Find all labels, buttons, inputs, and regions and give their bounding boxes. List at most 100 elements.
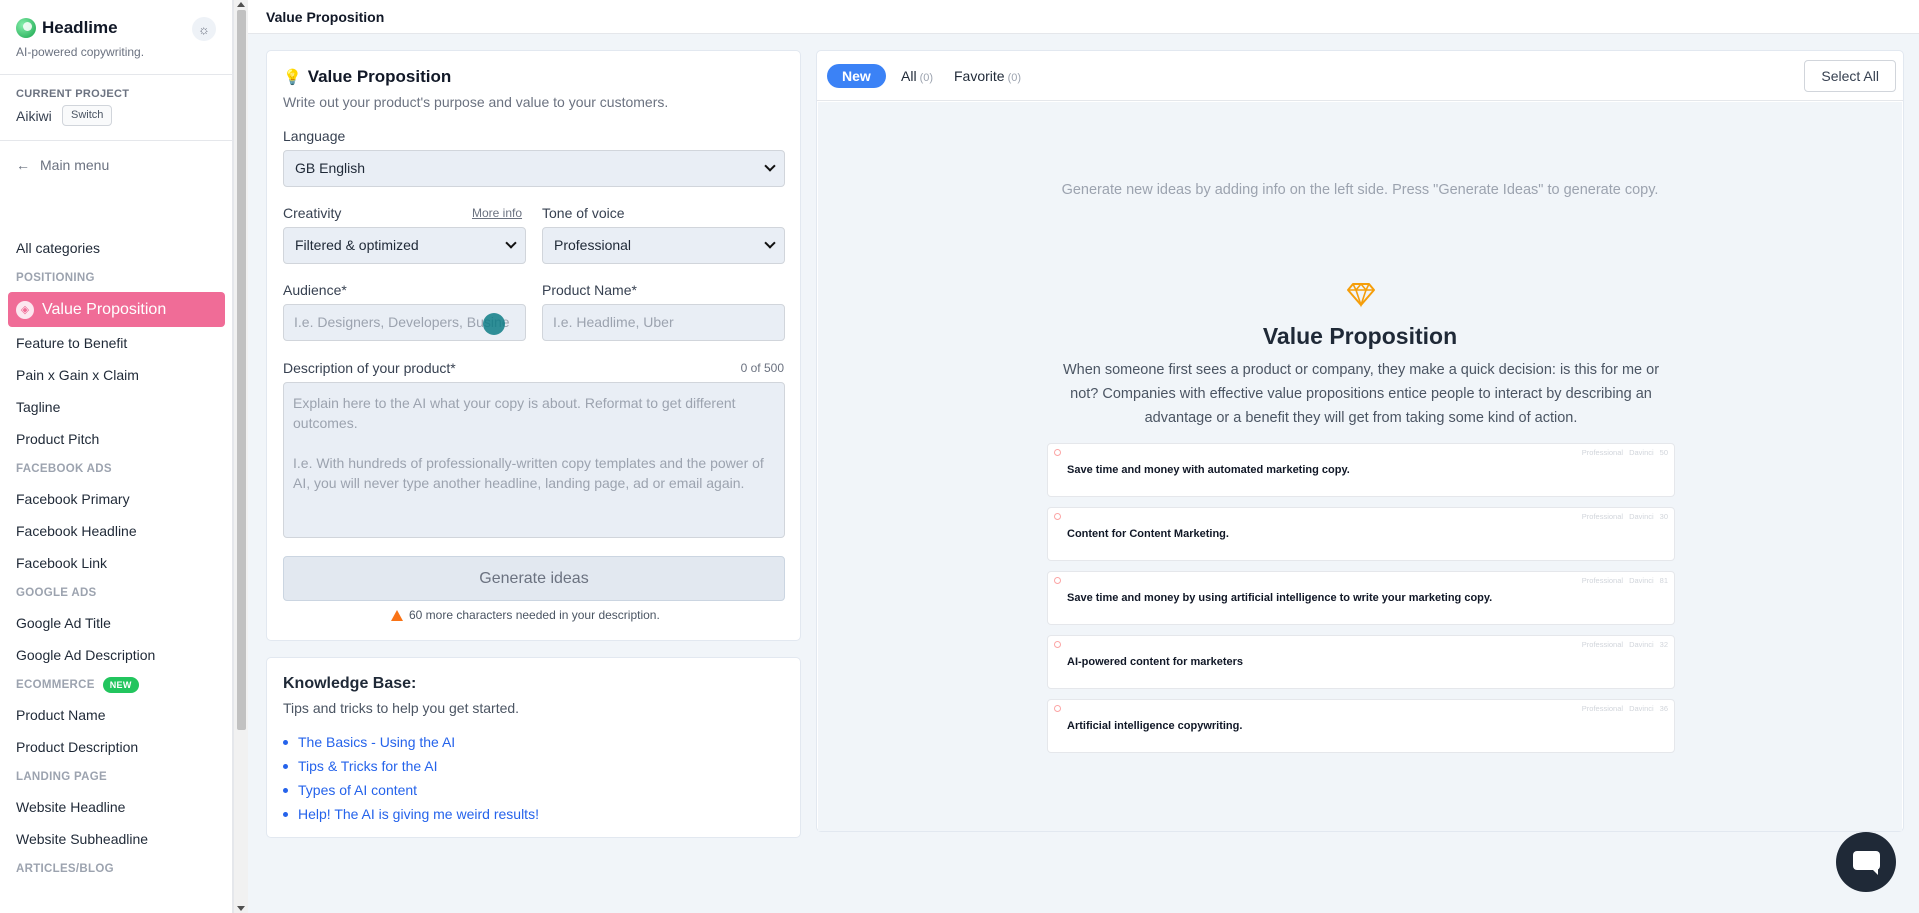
more-info-link[interactable]: More info [472, 206, 522, 220]
sidebar-item-website-headline[interactable]: Website Headline [0, 791, 232, 823]
scroll-down-icon[interactable] [237, 906, 245, 911]
example-card: Professional Davinci 30 Content for Conten… [1047, 507, 1675, 561]
sidebar-item-feature-to-benefit[interactable]: Feature to Benefit [0, 327, 232, 359]
sidebar-item-facebook-primary[interactable]: Facebook Primary [0, 483, 232, 515]
language-label: Language [283, 128, 346, 144]
headlime-logo-icon [16, 18, 36, 38]
current-project-label: CURRENT PROJECT [16, 88, 130, 100]
switch-project-button[interactable]: Switch [62, 105, 113, 126]
sidebar: Headlime AI-powered copywriting. ☼ CURRE… [0, 0, 233, 913]
tab-favorite[interactable]: Favorite (0) [954, 68, 1021, 84]
product-name-input[interactable]: I.e. Headlime, Uber [542, 304, 785, 341]
example-card: Professional Davinci 32 AI-powered content… [1047, 635, 1675, 689]
kb-link-types[interactable]: Types of AI content [283, 778, 539, 802]
sidebar-item-all-categories[interactable]: All categories [0, 232, 232, 264]
section-heading-landing-page: LANDING PAGE [16, 771, 107, 783]
results-panel: New All (0) Favorite (0) Select All Genera… [816, 50, 1904, 832]
character-warning: 60 more characters needed in your descri… [391, 608, 660, 622]
language-select[interactable]: GB English [283, 150, 785, 187]
section-heading-articles-blog: ARTICLES/BLOG [16, 863, 114, 875]
page-title: Value Proposition [266, 9, 385, 25]
section-heading-facebook-ads: FACEBOOK ADS [16, 463, 112, 475]
new-badge: NEW [102, 677, 139, 693]
sidebar-item-product-name[interactable]: Product Name [0, 699, 232, 731]
example-text: Save time and money by using artificial … [1067, 592, 1493, 604]
mouse-cursor-indicator [483, 313, 505, 335]
creativity-label: Creativity [283, 205, 342, 221]
scroll-up-icon[interactable] [237, 2, 245, 7]
knowledge-base-card: Knowledge Base: Tips and tricks to help … [266, 657, 801, 838]
divider [0, 140, 232, 141]
tone-label: Tone of voice [542, 205, 625, 221]
sidebar-item-google-ad-title[interactable]: Google Ad Title [0, 607, 232, 639]
heart-icon [1054, 641, 1061, 648]
section-heading-google-ads: GOOGLE ADS [16, 587, 97, 599]
example-text: Content for Content Marketing. [1067, 528, 1229, 540]
generate-ideas-button[interactable]: Generate ideas [283, 556, 785, 601]
form-subtitle: Write out your product's purpose and val… [283, 94, 669, 110]
description-label: Description of your product* [283, 360, 456, 376]
example-card: Professional Davinci 81 Save time and mone… [1047, 571, 1675, 625]
chevron-down-icon [764, 160, 776, 172]
sidebar-item-product-pitch[interactable]: Product Pitch [0, 423, 232, 455]
brand-name: Headlime [42, 18, 118, 37]
audience-label: Audience* [283, 282, 347, 298]
select-all-button[interactable]: Select All [1804, 60, 1896, 92]
theme-toggle-sun-icon[interactable]: ☼ [192, 17, 216, 41]
value-proposition-form: 💡 Value Proposition Write out your produ… [266, 50, 801, 641]
example-text: Artificial intelligence copywriting. [1067, 720, 1243, 732]
creativity-select[interactable]: Filtered & optimized [283, 227, 526, 264]
results-empty-state: Generate new ideas by adding info on the… [818, 102, 1902, 831]
sidebar-item-facebook-headline[interactable]: Facebook Headline [0, 515, 232, 547]
knowledge-base-subtitle: Tips and tricks to help you get started. [283, 700, 520, 716]
heart-icon [1054, 449, 1061, 456]
sidebar-scrollbar[interactable] [233, 0, 248, 913]
main-menu-label: Main menu [40, 157, 110, 173]
chevron-down-icon [505, 237, 517, 249]
results-tabs: New All (0) Favorite (0) Select All [817, 51, 1903, 101]
divider [0, 74, 232, 75]
product-name-label: Product Name* [542, 282, 637, 298]
empty-state-description: When someone first sees a product or com… [1062, 362, 1660, 426]
chat-widget-button[interactable] [1836, 832, 1896, 892]
diamond-icon: ◈ [16, 300, 34, 319]
sidebar-item-product-description[interactable]: Product Description [0, 731, 232, 763]
sidebar-item-google-ad-description[interactable]: Google Ad Description [0, 639, 232, 671]
main-menu-link[interactable]: ← Main menu [16, 157, 109, 173]
heart-icon [1054, 705, 1061, 712]
sidebar-item-tagline[interactable]: Tagline [0, 391, 232, 423]
category-nav: All categories POSITIONING ◈ Value Propo… [0, 232, 232, 883]
heart-icon [1054, 577, 1061, 584]
knowledge-base-links: The Basics - Using the AI Tips & Tricks … [283, 730, 539, 826]
diamond-icon [1347, 282, 1375, 308]
kb-link-basics[interactable]: The Basics - Using the AI [283, 730, 539, 754]
current-project-name: Aikiwi [16, 108, 52, 124]
tone-select[interactable]: Professional [542, 227, 785, 264]
tab-all[interactable]: All (0) [901, 68, 933, 84]
character-counter: 0 of 500 [740, 361, 784, 375]
topbar: Value Proposition [248, 0, 1919, 34]
knowledge-base-title: Knowledge Base: [283, 675, 417, 692]
section-heading-positioning: POSITIONING [16, 272, 95, 284]
example-text: Save time and money with automated marke… [1067, 464, 1350, 476]
scrollbar-thumb[interactable] [237, 10, 246, 730]
form-title: 💡 Value Proposition [283, 67, 452, 86]
sidebar-item-pain-gain-claim[interactable]: Pain x Gain x Claim [0, 359, 232, 391]
heart-icon [1054, 513, 1061, 520]
sidebar-item-website-subheadline[interactable]: Website Subheadline [0, 823, 232, 855]
sidebar-item-value-proposition[interactable]: ◈ Value Proposition [8, 292, 225, 327]
kb-link-weird-results[interactable]: Help! The AI is giving me weird results! [283, 802, 539, 826]
tab-new[interactable]: New [827, 64, 886, 88]
sidebar-item-facebook-link[interactable]: Facebook Link [0, 547, 232, 579]
arrow-left-icon: ← [16, 157, 30, 173]
warning-icon [391, 609, 403, 621]
kb-link-tips[interactable]: Tips & Tricks for the AI [283, 754, 539, 778]
description-textarea[interactable]: Explain here to the AI what your copy is… [283, 382, 785, 538]
section-heading-ecommerce: ECOMMERCE NEW [0, 671, 232, 699]
empty-state-title: Value Proposition [1262, 323, 1458, 349]
example-text: AI-powered content for marketers [1067, 656, 1244, 668]
brand[interactable]: Headlime [16, 18, 118, 38]
lightbulb-icon: 💡 [283, 69, 302, 86]
brand-tagline: AI-powered copywriting. [16, 45, 145, 59]
example-card: Professional Davinci 50 Save time and mone… [1047, 443, 1675, 497]
